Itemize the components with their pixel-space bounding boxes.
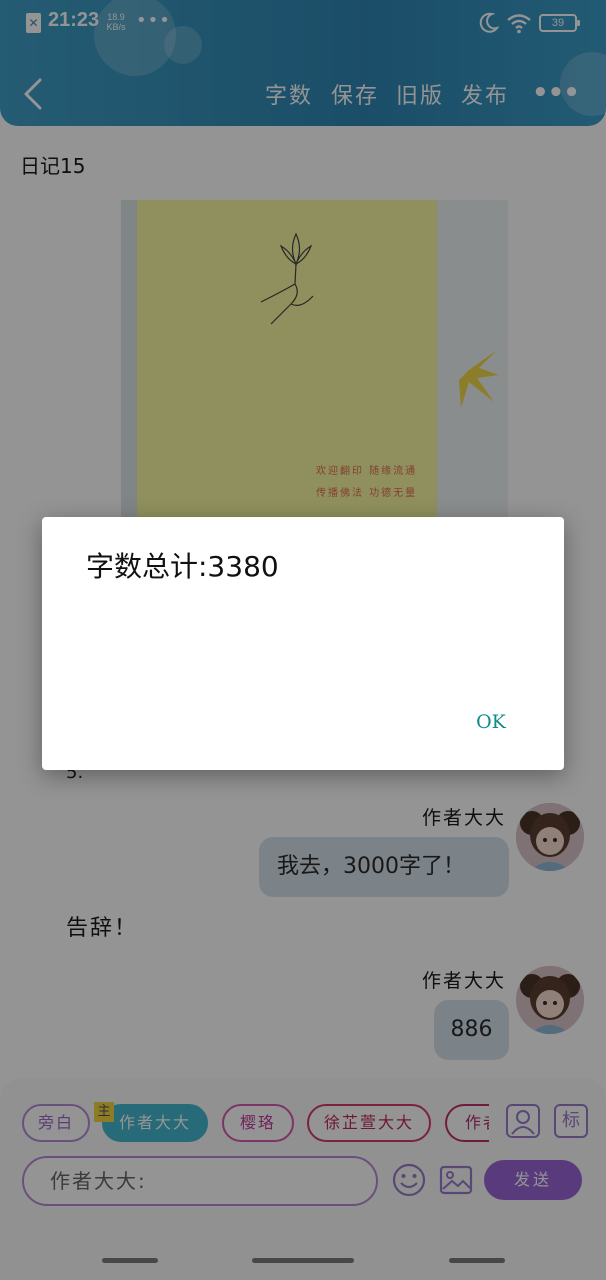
word-count-dialog: 字数总计:3380 OK xyxy=(42,517,564,770)
dialog-message: 字数总计:3380 xyxy=(86,550,279,583)
ok-button[interactable]: OK xyxy=(466,707,516,737)
